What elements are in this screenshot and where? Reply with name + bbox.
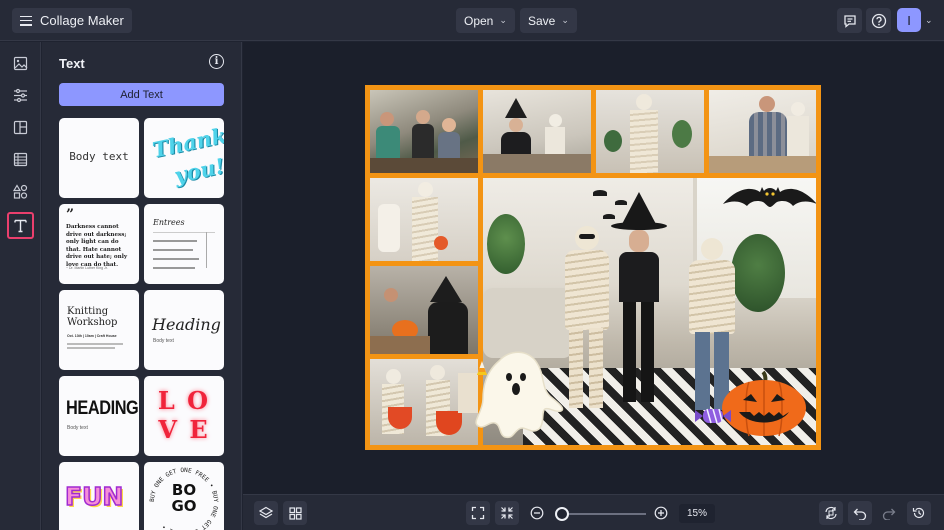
text-template-body-text[interactable]: Body text [59, 118, 139, 198]
collage-photo-7[interactable] [370, 359, 478, 445]
replace-button[interactable] [819, 501, 843, 525]
candy-sticker[interactable] [693, 406, 733, 426]
quote-mark: ” [66, 207, 75, 223]
rail-item-adjust[interactable] [7, 82, 34, 109]
undo-icon [853, 508, 867, 520]
layers-icon [259, 506, 273, 519]
text-icon [14, 219, 27, 233]
grid-button[interactable] [283, 501, 307, 525]
zoom-in-icon [654, 506, 668, 520]
shapes-icon [13, 184, 28, 199]
zoom-level-value[interactable]: 15% [679, 504, 715, 523]
tile-text: ~ Dr. Martin Luther King Jr. [66, 266, 108, 270]
text-template-thank-you[interactable]: Thank you! [144, 118, 224, 198]
canvas-workspace [243, 42, 944, 494]
feedback-button[interactable] [837, 8, 862, 33]
app-title: Collage Maker [40, 13, 124, 28]
save-label: Save [528, 13, 556, 28]
text-template-love[interactable]: L O V E [144, 376, 224, 456]
tool-rail [0, 42, 41, 530]
undo-button[interactable] [848, 501, 872, 525]
tile-text: FUN [64, 481, 124, 512]
tile-text: Body text [153, 338, 174, 344]
redo-icon [882, 508, 896, 520]
tile-text: Knitting [67, 306, 109, 317]
zoom-slider-handle[interactable] [555, 507, 569, 521]
tile-text: Workshop [67, 317, 118, 328]
zoom-out-button[interactable] [525, 501, 549, 525]
open-label: Open [464, 13, 494, 28]
fit-screen-button[interactable] [466, 501, 490, 525]
collage-photo-1[interactable] [370, 90, 478, 173]
collage-canvas[interactable] [365, 85, 821, 450]
help-button[interactable] [866, 8, 891, 33]
zoom-out-icon [530, 506, 544, 520]
tile-text: V E [158, 415, 210, 444]
info-icon[interactable]: i [209, 54, 224, 69]
text-template-bogo[interactable]: BUY ONE GET ONE FREE • BUY ONE GET ONE F… [144, 462, 224, 530]
rail-item-graphics[interactable] [7, 178, 34, 205]
text-template-knitting[interactable]: Knitting Workshop Oct. 13th | 10am | Cra… [59, 290, 139, 370]
collage-photo-2[interactable] [483, 90, 591, 173]
collage-photo-5[interactable] [370, 178, 478, 261]
history-button[interactable] [907, 501, 931, 525]
zoom-in-button[interactable] [649, 501, 673, 525]
shrink-button[interactable] [495, 501, 519, 525]
history-icon [912, 507, 925, 519]
redo-button[interactable] [877, 501, 901, 525]
rail-item-images[interactable] [7, 50, 34, 77]
layout-icon [13, 120, 28, 135]
sliders-icon [14, 88, 27, 103]
text-template-heading-script[interactable]: Heading Body text [144, 290, 224, 370]
user-avatar[interactable]: I [897, 8, 921, 32]
text-template-heading-bold[interactable]: HEADING Body text [59, 376, 139, 456]
text-template-quote[interactable]: ” Darkness cannot drive out darkness; on… [59, 204, 139, 284]
chevron-down-icon: ⌄ [561, 15, 569, 25]
tile-text: Body text [69, 150, 129, 163]
save-dropdown-button[interactable]: Save ⌄ [520, 8, 577, 33]
zoom-slider-track[interactable] [562, 513, 646, 515]
bottom-toolbar: 15% [243, 494, 944, 530]
pattern-icon [13, 152, 28, 167]
tile-text: BO [171, 481, 197, 499]
tile-text: Body text [67, 425, 88, 431]
hamburger-menu-icon [20, 15, 32, 26]
pumpkin-sticker[interactable] [719, 366, 809, 438]
collage-photo-6[interactable] [370, 266, 478, 354]
tile-text: you! [171, 153, 224, 188]
bat-sticker[interactable] [723, 178, 816, 214]
tile-text: Heading [152, 315, 221, 334]
image-icon [13, 56, 28, 71]
text-panel: Text i Add Text Body text Thank you! ” D… [42, 42, 242, 530]
tile-text: GO [171, 497, 197, 515]
collage-photo-4[interactable] [709, 90, 816, 173]
rail-item-layouts[interactable] [7, 114, 34, 141]
open-dropdown-button[interactable]: Open ⌄ [456, 8, 515, 33]
chevron-down-icon: ⌄ [499, 15, 507, 25]
grid-icon [288, 506, 302, 520]
comment-icon [843, 14, 856, 28]
layers-button[interactable] [254, 501, 278, 525]
rail-item-backgrounds[interactable] [7, 146, 34, 173]
text-template-fun[interactable]: FUN [59, 462, 139, 530]
text-template-menu[interactable]: Entrees [144, 204, 224, 284]
tile-text: Oct. 13th | 10am | Craft House [67, 334, 117, 338]
help-icon [871, 13, 886, 28]
shrink-icon [501, 507, 513, 519]
candy-corn-sticker[interactable] [477, 361, 487, 375]
chevron-down-icon[interactable]: ⌄ [925, 15, 933, 26]
collage-photo-3[interactable] [596, 90, 704, 173]
tile-text: L O [157, 386, 211, 415]
fit-screen-icon [471, 506, 485, 520]
panel-title: Text [59, 56, 85, 71]
app-menu-button[interactable]: Collage Maker [12, 8, 132, 33]
tile-text: Entrees [153, 218, 185, 227]
replace-icon [825, 506, 837, 520]
tile-text: Darkness cannot drive out darkness; only… [66, 224, 128, 268]
add-text-button[interactable]: Add Text [59, 83, 224, 106]
tile-text: HEADING [66, 398, 139, 419]
rail-item-text[interactable] [7, 212, 34, 239]
top-bar: Collage Maker Open ⌄ Save ⌄ I ⌄ [0, 0, 944, 41]
